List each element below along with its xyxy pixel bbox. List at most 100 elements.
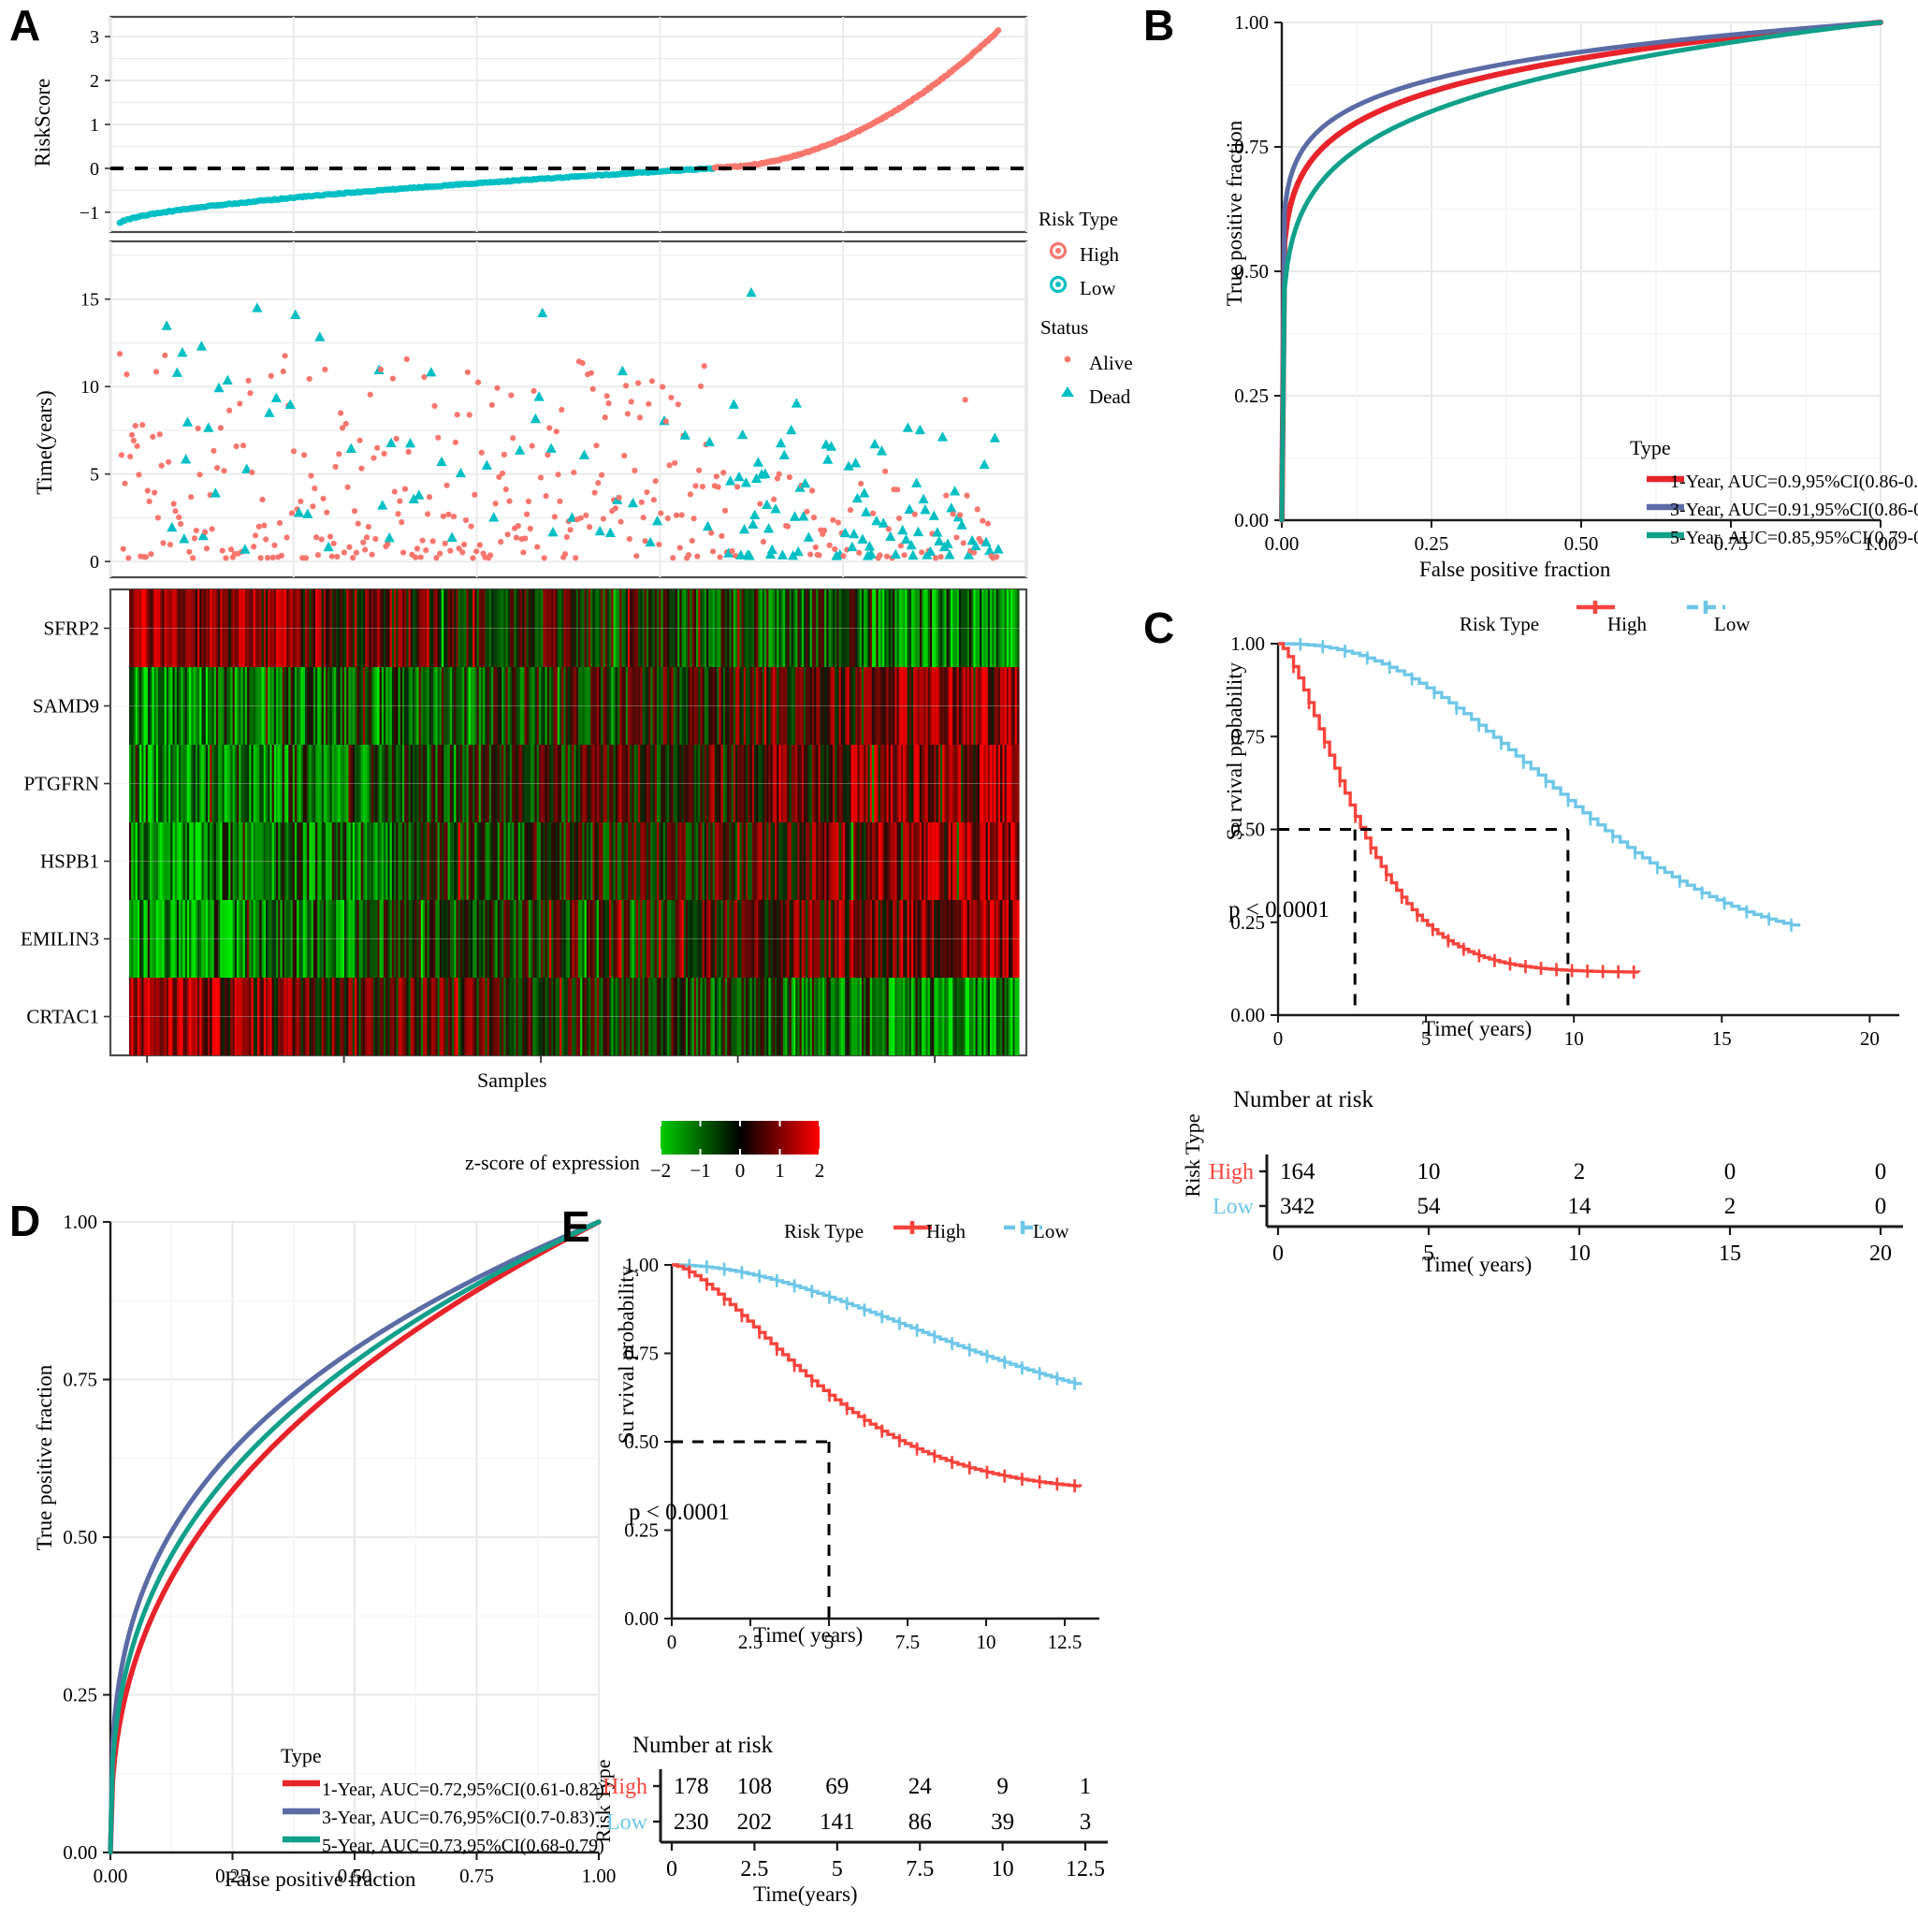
- svg-text:20: 20: [1860, 1027, 1880, 1050]
- svg-text:HSPB1: HSPB1: [40, 850, 99, 873]
- svg-text:0.00: 0.00: [63, 1841, 97, 1864]
- svg-text:Low: Low: [1213, 1195, 1255, 1219]
- svg-text:7.5: 7.5: [895, 1631, 920, 1653]
- svg-text:0: 0: [1272, 1242, 1284, 1266]
- panel-b-legend-title: Type: [1630, 436, 1671, 459]
- panel-c-legend-high: High: [1607, 613, 1647, 635]
- panel-b-legend-item-1year: 1-Year, AUC=0.9,95%CI(0.86-0.94): [1670, 472, 1918, 492]
- svg-text:High: High: [1209, 1160, 1254, 1184]
- svg-text:0.75: 0.75: [459, 1865, 494, 1887]
- svg-text:5: 5: [832, 1857, 843, 1881]
- svg-text:2: 2: [815, 1159, 825, 1182]
- svg-text:0.00: 0.00: [624, 1607, 659, 1630]
- svg-text:342: 342: [1280, 1194, 1315, 1219]
- svg-text:0: 0: [90, 552, 99, 573]
- svg-text:69: 69: [825, 1774, 849, 1799]
- panel-a-colorbar-label: z-score of expression: [465, 1151, 640, 1174]
- panel-a-risktype-legend-high: High: [1080, 243, 1119, 266]
- svg-text:86: 86: [908, 1809, 932, 1835]
- svg-text:9: 9: [996, 1774, 1009, 1799]
- svg-text:7.5: 7.5: [906, 1857, 934, 1881]
- svg-text:SAMD9: SAMD9: [33, 695, 99, 718]
- svg-text:0: 0: [1875, 1194, 1887, 1219]
- panel-c-legend-low: Low: [1714, 613, 1751, 635]
- svg-text:15: 15: [80, 290, 99, 311]
- panel-a-riskscore-ylabel: RiskScore: [31, 78, 54, 167]
- svg-text:230: 230: [674, 1809, 709, 1835]
- svg-text:2: 2: [1574, 1159, 1586, 1184]
- panel-e-pvalue: p < 0.0001: [629, 1500, 730, 1525]
- svg-text:0.00: 0.00: [1234, 509, 1269, 531]
- svg-text:10: 10: [992, 1857, 1014, 1881]
- svg-text:High: High: [603, 1775, 647, 1799]
- figure-root: A −1 0 1 2 3 0 5 10 15 SFRP2 SAMD9 PTGFRN HSPB1 EMILI…: [0, 0, 1918, 1918]
- panel-b-legend-item-3year: 3-Year, AUC=0.91,95%CI(0.86-0.96): [1670, 500, 1918, 520]
- panel-d-legend-item-3year: 3-Year, AUC=0.76,95%CI(0.7-0.83): [322, 1808, 595, 1828]
- svg-text:−2: −2: [650, 1159, 671, 1182]
- panel-a-status-legend-dead: Dead: [1089, 385, 1131, 408]
- svg-text:0: 0: [667, 1631, 677, 1653]
- panel-a-svg: −10123051015SFRP2SAMD9PTGFRNHSPB1EMILIN3…: [21, 15, 1179, 1182]
- panel-a-time-ylabel: Time(years): [33, 390, 56, 495]
- svg-text:15: 15: [1719, 1242, 1741, 1266]
- panel-e-ylabel: Su rvival probability: [615, 1265, 638, 1445]
- panel-a-risktype-legend-title: Risk Type: [1039, 208, 1119, 230]
- svg-text:10: 10: [977, 1631, 996, 1653]
- panel-b-ylabel: True positive fraction: [1223, 120, 1246, 307]
- svg-text:0: 0: [1724, 1159, 1736, 1184]
- svg-text:0.25: 0.25: [1415, 532, 1449, 555]
- svg-text:202: 202: [737, 1809, 773, 1835]
- panel-d-legend-title: Type: [281, 1744, 322, 1767]
- svg-text:2: 2: [1724, 1194, 1736, 1219]
- svg-text:108: 108: [737, 1774, 773, 1799]
- svg-text:15: 15: [1712, 1027, 1732, 1050]
- svg-text:10: 10: [1568, 1242, 1591, 1266]
- svg-text:12.5: 12.5: [1066, 1857, 1105, 1881]
- svg-text:0.25: 0.25: [1234, 385, 1269, 407]
- panel-c-risk-table-svg: High 164 10 2 0 0Low 342 54 14 2 00 5 10 15 20: [1209, 1155, 1903, 1266]
- svg-text:−1: −1: [690, 1159, 710, 1182]
- panel-c-legend-title: Risk Type: [1460, 613, 1540, 635]
- panel-e-legend-title: Risk Type: [784, 1220, 865, 1242]
- svg-text:5: 5: [90, 465, 99, 486]
- svg-text:0: 0: [90, 159, 99, 180]
- svg-text:0: 0: [735, 1159, 746, 1182]
- svg-text:EMILIN3: EMILIN3: [21, 928, 99, 951]
- svg-text:10: 10: [1417, 1159, 1441, 1184]
- svg-text:1: 1: [775, 1159, 785, 1182]
- svg-text:10: 10: [1564, 1027, 1584, 1050]
- svg-text:SFRP2: SFRP2: [43, 617, 99, 640]
- panel-c-xlabel: Time( years): [1422, 1017, 1533, 1040]
- panel-e-legend-low: Low: [1033, 1220, 1069, 1242]
- svg-text:1: 1: [1080, 1774, 1092, 1799]
- panel-b-xlabel: False positive fraction: [1419, 558, 1611, 581]
- svg-text:0.75: 0.75: [63, 1369, 97, 1391]
- svg-text:0: 0: [1875, 1159, 1887, 1184]
- panel-b-legend-item-5year: 5-Year, AUC=0.85,95%CI(0.79-0.92): [1670, 528, 1918, 548]
- svg-text:0: 0: [1273, 1027, 1284, 1050]
- svg-text:0: 0: [666, 1857, 677, 1881]
- svg-text:−1: −1: [80, 203, 99, 224]
- svg-text:2: 2: [90, 71, 99, 92]
- svg-text:0.50: 0.50: [1564, 532, 1599, 555]
- svg-text:PTGFRN: PTGFRN: [23, 773, 99, 795]
- svg-text:14: 14: [1568, 1194, 1592, 1219]
- panel-e-legend-high: High: [926, 1220, 966, 1242]
- svg-text:39: 39: [991, 1809, 1014, 1835]
- svg-text:0.00: 0.00: [1230, 1004, 1265, 1026]
- panel-a-status-legend-title: Status: [1040, 316, 1089, 339]
- svg-text:10: 10: [80, 377, 99, 398]
- svg-text:Low: Low: [606, 1810, 648, 1835]
- panel-c-pvalue: p < 0.0001: [1228, 897, 1330, 922]
- svg-text:0.25: 0.25: [63, 1684, 97, 1707]
- svg-text:20: 20: [1869, 1242, 1892, 1266]
- svg-text:CRTAC1: CRTAC1: [26, 1006, 99, 1028]
- panel-a-risktype-legend-low: Low: [1080, 277, 1116, 299]
- svg-text:164: 164: [1280, 1159, 1315, 1184]
- panel-e-svg: 0.000.250.500.751.000 2.5 5 7.5 10 12.5: [624, 1221, 1099, 1653]
- panel-a-status-legend-alive: Alive: [1089, 352, 1133, 374]
- svg-text:2.5: 2.5: [740, 1857, 768, 1881]
- svg-text:1.00: 1.00: [1234, 11, 1269, 34]
- panel-e-risktable-xlabel: Time(years): [753, 1882, 858, 1906]
- panel-e-xlabel: Time( years): [753, 1623, 864, 1647]
